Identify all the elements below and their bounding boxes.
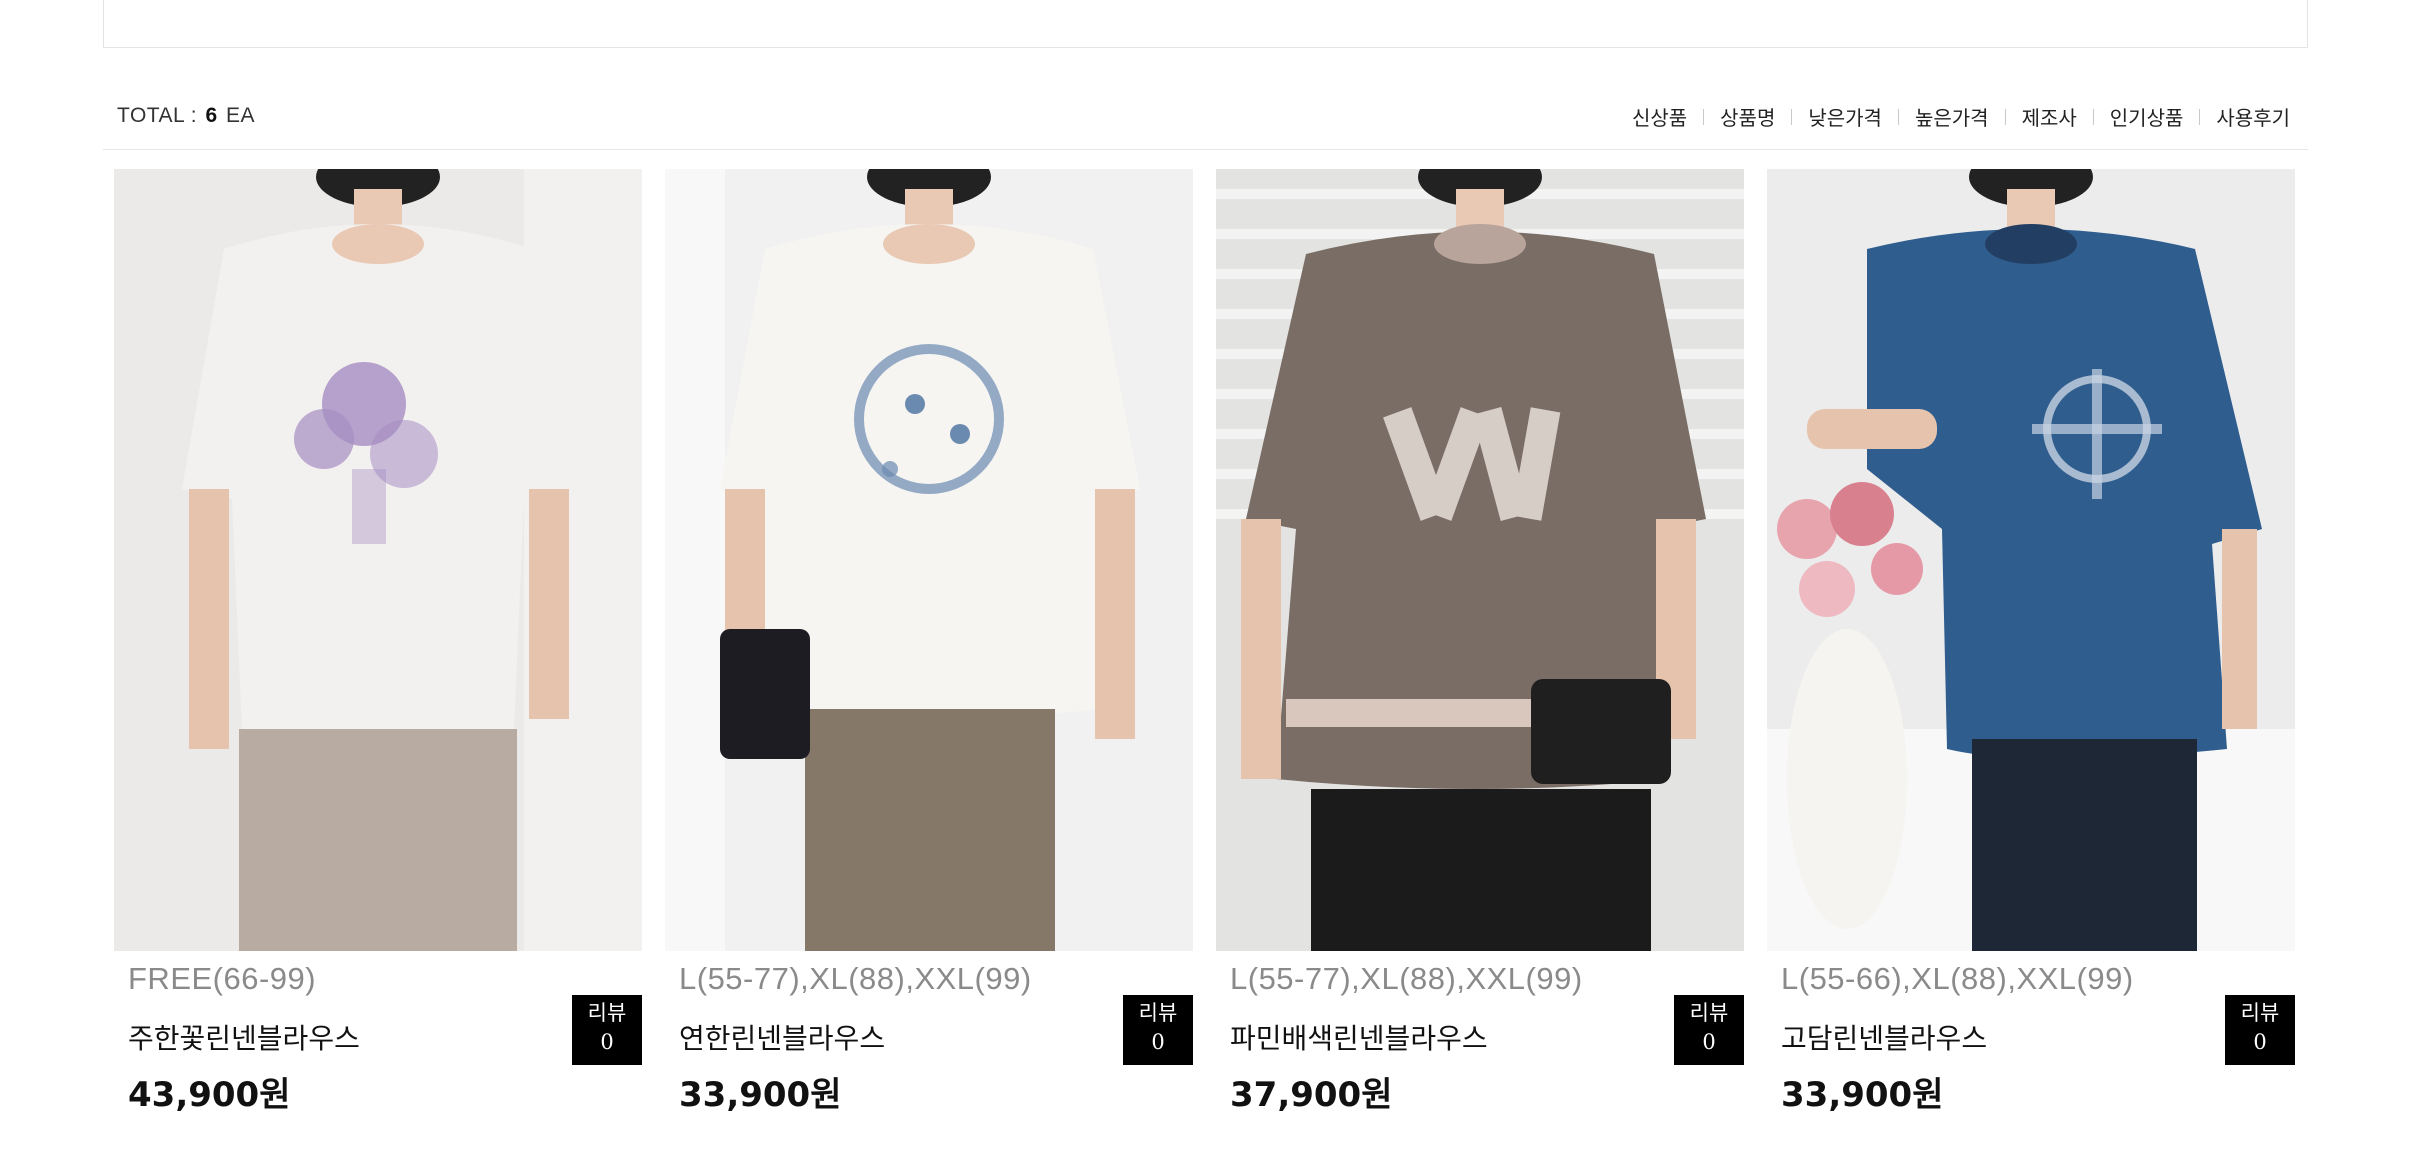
sort-new[interactable]: 신상품 bbox=[1616, 102, 1703, 131]
review-count: 0 bbox=[1702, 1030, 1716, 1054]
review-label: 리뷰 bbox=[1138, 1001, 1178, 1025]
sort-manufacturer[interactable]: 제조사 bbox=[2006, 102, 2093, 131]
product-image-link[interactable] bbox=[665, 169, 1193, 951]
review-count: 0 bbox=[2253, 1030, 2267, 1054]
product-sizes: L(55-77),XL(88),XXL(99) bbox=[1230, 961, 1583, 996]
product-card: L(55-77),XL(88),XXL(99) 파민배색린넨블라우스 37,90… bbox=[1216, 169, 1744, 1121]
review-badge[interactable]: 리뷰 0 bbox=[2225, 995, 2295, 1065]
product-name[interactable]: 연한린넨블라우스 bbox=[679, 1017, 885, 1057]
product-price: 33,900원 bbox=[1781, 1075, 1944, 1115]
total-count-value: 6 bbox=[205, 104, 218, 127]
review-badge[interactable]: 리뷰 0 bbox=[572, 995, 642, 1065]
sort-price-low[interactable]: 낮은가격 bbox=[1792, 102, 1898, 131]
product-info: L(55-77),XL(88),XXL(99) 파민배색린넨블라우스 37,90… bbox=[1216, 951, 1744, 1121]
review-count: 0 bbox=[1151, 1030, 1165, 1054]
product-sizes: L(55-66),XL(88),XXL(99) bbox=[1781, 961, 2134, 996]
total-prefix: TOTAL : bbox=[117, 104, 204, 127]
product-card: L(55-77),XL(88),XXL(99) 연한린넨블라우스 33,900원… bbox=[665, 169, 1193, 1121]
sort-popular[interactable]: 인기상품 bbox=[2094, 102, 2200, 131]
product-card: FREE(66-99) 주한꽃린넨블라우스 43,900원 리뷰 0 bbox=[114, 169, 642, 1121]
product-grid: FREE(66-99) 주한꽃린넨블라우스 43,900원 리뷰 0 L(55-… bbox=[114, 169, 2299, 1121]
review-badge[interactable]: 리뷰 0 bbox=[1123, 995, 1193, 1065]
category-header-box bbox=[103, 0, 2308, 48]
sort-name[interactable]: 상품명 bbox=[1704, 102, 1791, 131]
sort-menu: 신상품 상품명 낮은가격 높은가격 제조사 인기상품 사용후기 bbox=[1616, 102, 2290, 131]
total-count: TOTAL : 6 EA bbox=[117, 104, 255, 128]
product-info: L(55-66),XL(88),XXL(99) 고담린넨블라우스 33,900원… bbox=[1767, 951, 2295, 1121]
review-label: 리뷰 bbox=[1689, 1001, 1729, 1025]
product-list-page: TOTAL : 6 EA 신상품 상품명 낮은가격 높은가격 제조사 인기상품 … bbox=[0, 0, 2410, 1173]
product-price: 43,900원 bbox=[128, 1075, 291, 1115]
product-sizes: FREE(66-99) bbox=[128, 961, 317, 996]
product-info: L(55-77),XL(88),XXL(99) 연한린넨블라우스 33,900원… bbox=[665, 951, 1193, 1121]
product-sizes: L(55-77),XL(88),XXL(99) bbox=[679, 961, 1032, 996]
product-price: 33,900원 bbox=[679, 1075, 842, 1115]
review-label: 리뷰 bbox=[2240, 1001, 2280, 1025]
sort-price-high[interactable]: 높은가격 bbox=[1899, 102, 2005, 131]
product-image-link[interactable] bbox=[1767, 169, 2295, 951]
list-toolbar: TOTAL : 6 EA 신상품 상품명 낮은가격 높은가격 제조사 인기상품 … bbox=[103, 94, 2308, 150]
product-name[interactable]: 주한꽃린넨블라우스 bbox=[128, 1017, 360, 1057]
sort-reviews[interactable]: 사용후기 bbox=[2200, 102, 2290, 131]
product-photo bbox=[1767, 169, 2295, 951]
product-photo bbox=[114, 169, 642, 951]
product-price: 37,900원 bbox=[1230, 1075, 1393, 1115]
product-photo bbox=[1216, 169, 1744, 951]
product-image-link[interactable] bbox=[1216, 169, 1744, 951]
product-photo bbox=[665, 169, 1193, 951]
review-label: 리뷰 bbox=[587, 1001, 627, 1025]
product-name[interactable]: 파민배색린넨블라우스 bbox=[1230, 1017, 1488, 1057]
review-badge[interactable]: 리뷰 0 bbox=[1674, 995, 1744, 1065]
product-card: L(55-66),XL(88),XXL(99) 고담린넨블라우스 33,900원… bbox=[1767, 169, 2295, 1121]
product-image-link[interactable] bbox=[114, 169, 642, 951]
review-count: 0 bbox=[600, 1030, 614, 1054]
product-info: FREE(66-99) 주한꽃린넨블라우스 43,900원 리뷰 0 bbox=[114, 951, 642, 1121]
total-suffix: EA bbox=[219, 104, 256, 127]
product-name[interactable]: 고담린넨블라우스 bbox=[1781, 1017, 1987, 1057]
